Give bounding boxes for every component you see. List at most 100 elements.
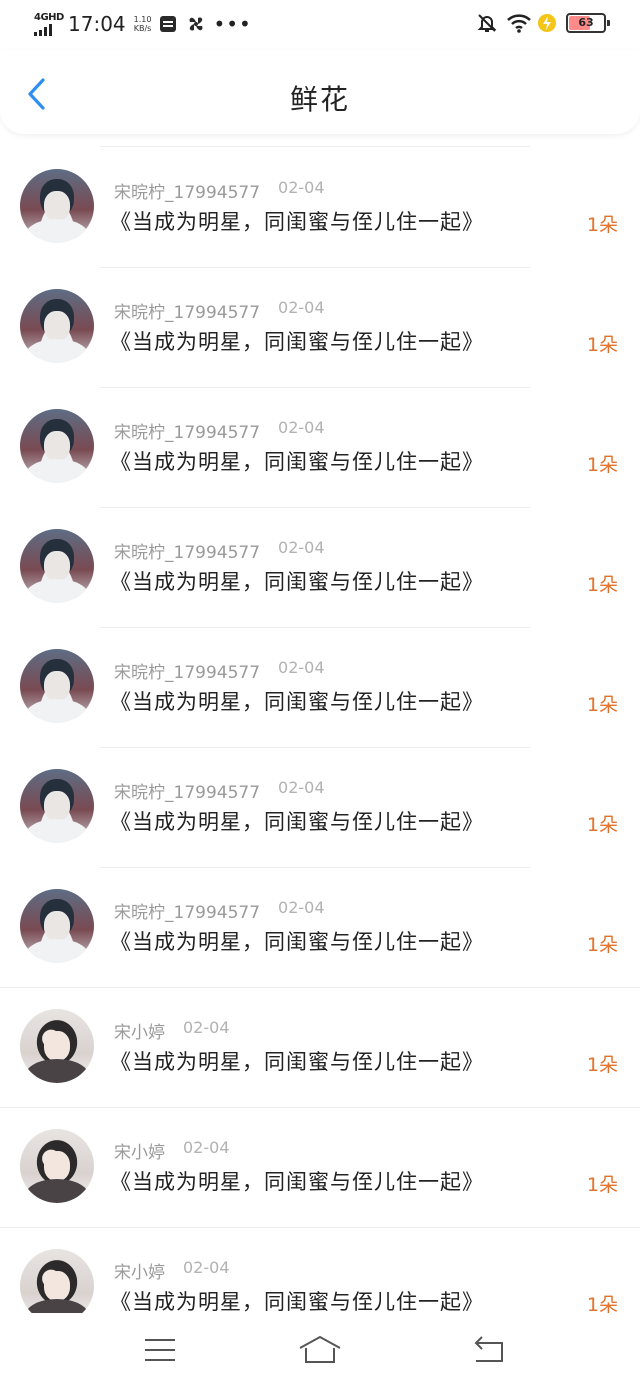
book-title[interactable]: 《当成为明星，同闺蜜与侄儿住一起》 (110, 1286, 484, 1316)
avatar[interactable] (20, 1249, 94, 1323)
list-item[interactable]: 宋小婷 02-04 《当成为明星，同闺蜜与侄儿住一起》 1朵 (0, 1108, 640, 1228)
username[interactable]: 宋小婷 (114, 1018, 165, 1043)
avatar-face (44, 551, 70, 582)
avatar[interactable] (20, 1129, 94, 1203)
flower-count: 1朵 (586, 1054, 618, 1076)
system-nav-bar (0, 1313, 640, 1387)
username[interactable]: 宋晥柠_17994577 (114, 538, 260, 563)
flower-record-list: 宋晥柠_17994577 02-04 《当成为明星，同闺蜜与侄儿住一起》 1朵 宋晥柠_… (0, 148, 640, 1348)
username[interactable]: 宋晥柠_17994577 (114, 178, 260, 203)
avatar-face (44, 431, 70, 462)
flower-count: 1朵 (586, 934, 618, 956)
date: 02-04 (183, 1138, 230, 1157)
battery-nub (607, 20, 610, 26)
more-dots-icon: ••• (213, 12, 252, 36)
row-meta: 宋晥柠_17994577 02-04 (114, 298, 325, 323)
avatar-body (25, 1059, 89, 1083)
date: 02-04 (278, 538, 325, 557)
battery-icon: 63 (566, 13, 610, 33)
username[interactable]: 宋晥柠_17994577 (114, 898, 260, 923)
flower-count: 1朵 (586, 334, 618, 356)
date: 02-04 (278, 778, 325, 797)
list-item[interactable]: 宋晥柠_17994577 02-04 《当成为明星，同闺蜜与侄儿住一起》 1朵 (0, 148, 640, 268)
username[interactable]: 宋晥柠_17994577 (114, 778, 260, 803)
date: 02-04 (183, 1018, 230, 1037)
avatar[interactable] (20, 1009, 94, 1083)
avatar[interactable] (20, 169, 94, 243)
flower-count: 1朵 (586, 574, 618, 596)
network-speed-value: 1.10 (133, 15, 152, 24)
username[interactable]: 宋晥柠_17994577 (114, 298, 260, 323)
row-meta: 宋晥柠_17994577 02-04 (114, 418, 325, 443)
row-meta: 宋小婷 02-04 (114, 1258, 230, 1283)
list-item[interactable]: 宋小婷 02-04 《当成为明星，同闺蜜与侄儿住一起》 1朵 (0, 988, 640, 1108)
avatar-face (44, 1271, 70, 1302)
book-title[interactable]: 《当成为明星，同闺蜜与侄儿住一起》 (110, 686, 484, 716)
username[interactable]: 宋晥柠_17994577 (114, 658, 260, 683)
network-speed: 1.10 KB/s (134, 15, 152, 33)
row-meta: 宋晥柠_17994577 02-04 (114, 178, 325, 203)
avatar-face (44, 671, 70, 702)
date: 02-04 (278, 658, 325, 677)
home-button[interactable] (298, 1333, 342, 1367)
username[interactable]: 宋小婷 (114, 1138, 165, 1163)
avatar[interactable] (20, 769, 94, 843)
row-meta: 宋晥柠_17994577 02-04 (114, 898, 325, 923)
avatar[interactable] (20, 289, 94, 363)
avatar-body (25, 459, 89, 483)
back-nav-button[interactable] (466, 1333, 510, 1367)
book-title[interactable]: 《当成为明星，同闺蜜与侄儿住一起》 (110, 446, 484, 476)
date: 02-04 (278, 298, 325, 317)
book-title[interactable]: 《当成为明星，同闺蜜与侄儿住一起》 (110, 206, 484, 236)
avatar-body (25, 219, 89, 243)
book-title[interactable]: 《当成为明星，同闺蜜与侄儿住一起》 (110, 566, 484, 596)
avatar-face (44, 311, 70, 342)
username[interactable]: 宋晥柠_17994577 (114, 418, 260, 443)
date: 02-04 (278, 418, 325, 437)
home-icon (299, 1335, 341, 1363)
list-item[interactable]: 宋晥柠_17994577 02-04 《当成为明星，同闺蜜与侄儿住一起》 1朵 (0, 388, 640, 508)
date: 02-04 (278, 178, 325, 197)
username[interactable]: 宋小婷 (114, 1258, 165, 1283)
avatar-body (25, 579, 89, 603)
list-item[interactable]: 宋晥柠_17994577 02-04 《当成为明星，同闺蜜与侄儿住一起》 1朵 (0, 508, 640, 628)
date: 02-04 (183, 1258, 230, 1277)
list-top-divider (100, 146, 530, 147)
list-item[interactable]: 宋晥柠_17994577 02-04 《当成为明星，同闺蜜与侄儿住一起》 1朵 (0, 628, 640, 748)
flower-count: 1朵 (586, 694, 618, 716)
page-title: 鲜花 (289, 83, 350, 116)
book-title[interactable]: 《当成为明星，同闺蜜与侄儿住一起》 (110, 326, 484, 356)
book-title[interactable]: 《当成为明星，同闺蜜与侄儿住一起》 (110, 1046, 484, 1076)
book-title[interactable]: 《当成为明星，同闺蜜与侄儿住一起》 (110, 926, 484, 956)
avatar-face (44, 911, 70, 942)
avatar-face (44, 1031, 70, 1062)
row-meta: 宋晥柠_17994577 02-04 (114, 538, 325, 563)
avatar[interactable] (20, 649, 94, 723)
menu-button[interactable] (138, 1333, 182, 1367)
battery-level: 63 (578, 16, 594, 29)
signal-icon (34, 23, 52, 36)
avatar-body (25, 819, 89, 843)
mute-bell-icon (476, 12, 498, 34)
avatar[interactable] (20, 889, 94, 963)
book-title[interactable]: 《当成为明星，同闺蜜与侄儿住一起》 (110, 806, 484, 836)
avatar-face (44, 791, 70, 822)
flower-count: 1朵 (586, 814, 618, 836)
list-item[interactable]: 宋晥柠_17994577 02-04 《当成为明星，同闺蜜与侄儿住一起》 1朵 (0, 868, 640, 988)
status-bar-right: 63 (476, 12, 610, 34)
clock: 17:04 (68, 12, 126, 36)
list-item[interactable]: 宋晥柠_17994577 02-04 《当成为明星，同闺蜜与侄儿住一起》 1朵 (0, 748, 640, 868)
back-arrow-icon (474, 1336, 503, 1362)
book-title[interactable]: 《当成为明星，同闺蜜与侄儿住一起》 (110, 1166, 484, 1196)
avatar[interactable] (20, 529, 94, 603)
network-type: 4GHD (34, 11, 64, 23)
avatar-body (25, 339, 89, 363)
fan-icon (185, 13, 207, 35)
navigation-header: 鲜花 (0, 50, 640, 134)
row-meta: 宋小婷 02-04 (114, 1138, 230, 1163)
avatar[interactable] (20, 409, 94, 483)
avatar-body (25, 699, 89, 723)
charging-icon (536, 12, 558, 34)
list-item[interactable]: 宋晥柠_17994577 02-04 《当成为明星，同闺蜜与侄儿住一起》 1朵 (0, 268, 640, 388)
status-bar-left: 4GHD 17:04 1.10 KB/s ••• (34, 11, 252, 37)
